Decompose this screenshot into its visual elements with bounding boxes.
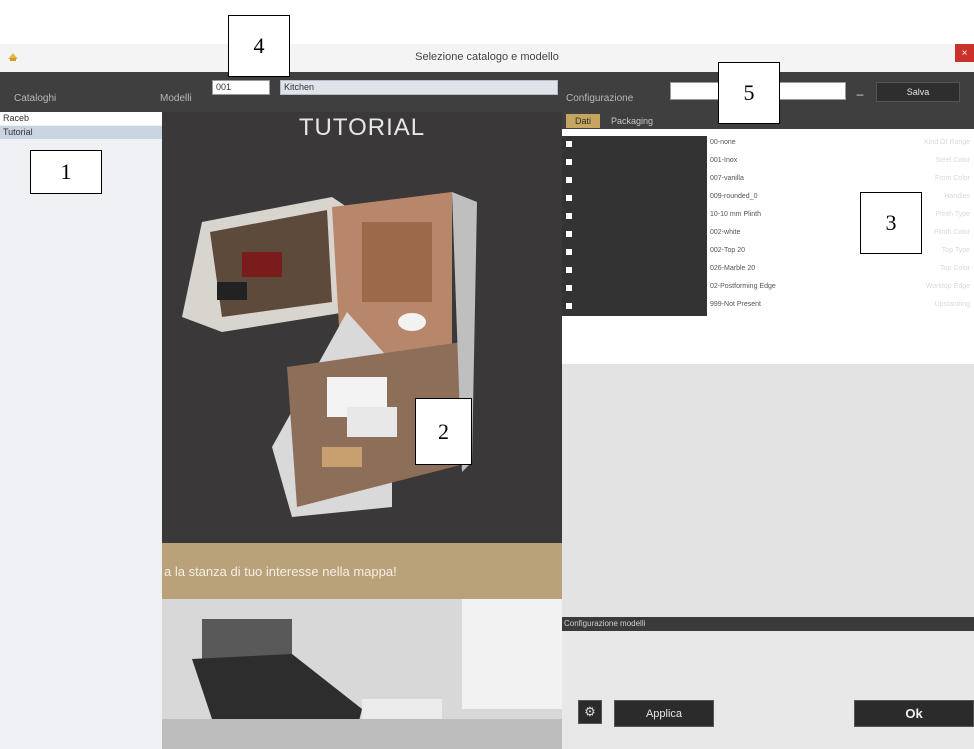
property-name: Kind Of Range (924, 139, 970, 146)
catalog-item-tutorial[interactable]: Tutorial (0, 126, 162, 139)
property-checkbox[interactable] (566, 141, 572, 147)
property-checkbox[interactable] (566, 231, 572, 237)
property-row: Front Color 007-vanilla (562, 172, 974, 190)
tab-dati[interactable]: Dati (566, 114, 600, 128)
property-name: Front Color (934, 175, 970, 182)
property-name: Top Color (940, 265, 970, 272)
property-label-cell (562, 172, 707, 190)
property-value[interactable]: 007-vanilla (710, 175, 744, 182)
property-checkbox[interactable] (566, 195, 572, 201)
property-name: Plinth Type (935, 211, 970, 218)
config-models-area (562, 631, 974, 749)
property-value[interactable]: 10-10 mm Plinth (710, 211, 761, 218)
apply-button[interactable]: Applica (614, 700, 714, 727)
callout-4: 4 (228, 15, 290, 77)
property-value[interactable]: 001-Inox (710, 157, 737, 164)
property-row: Steel Color 001-Inox (562, 154, 974, 172)
modelli-label: Modelli (160, 93, 192, 104)
property-value[interactable]: 00-none (710, 139, 736, 146)
bedroom-photo (162, 599, 562, 749)
property-name: Plinth Color (933, 229, 970, 236)
property-label-cell (562, 280, 707, 298)
model-preview (162, 112, 562, 749)
property-checkbox[interactable] (566, 177, 572, 183)
tab-packaging[interactable]: Packaging (604, 114, 660, 128)
property-row: Worktop Edge 02-Postforming Edge (562, 280, 974, 298)
property-checkbox[interactable] (566, 267, 572, 273)
properties-empty-area (562, 364, 974, 617)
property-checkbox[interactable] (566, 249, 572, 255)
preview-title: TUTORIAL (298, 114, 426, 141)
property-checkbox[interactable] (566, 303, 572, 309)
model-name-input[interactable]: Kitchen (280, 80, 558, 95)
property-value[interactable]: 002-Top 20 (710, 247, 745, 254)
property-name: Top Type (941, 247, 970, 254)
property-label-cell (562, 244, 707, 262)
property-value[interactable]: 002-white (710, 229, 740, 236)
callout-3: 3 (860, 192, 922, 254)
property-name: Worktop Edge (925, 283, 970, 290)
property-value[interactable]: 999-Not Present (710, 301, 761, 308)
property-label-cell (562, 190, 707, 208)
gear-icon[interactable]: ⚙ (578, 700, 602, 724)
property-checkbox[interactable] (566, 285, 572, 291)
property-value[interactable]: 009-rounded_0 (710, 193, 758, 200)
callout-5: 5 (718, 62, 780, 124)
callout-1: 1 (30, 150, 102, 194)
banner-text: a la stanza di tuo interesse nella mappa… (164, 564, 397, 579)
window-title: Selezione catalogo e modello (415, 51, 559, 63)
property-row: Upstanding 999-Not Present (562, 298, 974, 316)
property-name: Handles (944, 193, 970, 200)
minus-button[interactable]: – (852, 88, 868, 100)
property-label-cell (562, 226, 707, 244)
property-value[interactable]: 026-Marble 20 (710, 265, 755, 272)
property-label-cell (562, 154, 707, 172)
property-label-cell (562, 136, 707, 154)
property-row: Top Color 026-Marble 20 (562, 262, 974, 280)
property-name: Steel Color (935, 157, 970, 164)
property-row: Kind Of Range 00-none (562, 136, 974, 154)
property-checkbox[interactable] (566, 213, 572, 219)
property-label-cell (562, 262, 707, 280)
property-name: Upstanding (934, 301, 970, 308)
apartment-floorplan-image (162, 112, 562, 543)
property-label-cell (562, 208, 707, 226)
property-value[interactable]: 02-Postforming Edge (710, 283, 776, 290)
model-code-input[interactable]: 001 (212, 80, 270, 95)
ok-button[interactable]: Ok (854, 700, 974, 727)
property-label-cell (562, 298, 707, 316)
config-models-label: Configurazione modelli (564, 619, 646, 628)
catalog-item-raceb[interactable]: Raceb (0, 112, 162, 125)
save-button[interactable]: Salva (876, 82, 960, 102)
close-button[interactable]: × (955, 44, 974, 62)
cataloghi-label: Cataloghi (14, 93, 57, 104)
callout-2: 2 (415, 398, 472, 465)
configurazione-label: Configurazione (566, 93, 634, 104)
property-checkbox[interactable] (566, 159, 572, 165)
catalog-list (0, 112, 162, 749)
